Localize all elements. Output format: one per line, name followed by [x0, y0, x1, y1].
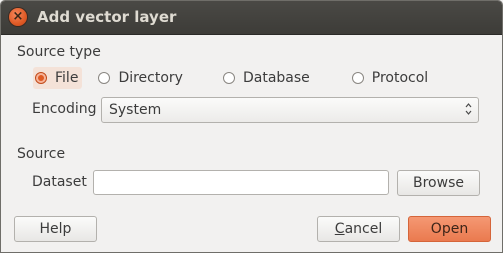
radio-protocol-indicator: [351, 72, 364, 84]
radio-database-label: Database: [242, 70, 310, 86]
title-bar[interactable]: × Add vector layer: [1, 1, 502, 35]
cancel-label-rest: ancel: [344, 221, 383, 237]
radio-file[interactable]: File: [33, 67, 83, 89]
radio-protocol[interactable]: Protocol: [350, 67, 432, 89]
cancel-mnemonic: C: [334, 221, 345, 237]
chevron-updown-icon: [465, 103, 472, 115]
radio-file-indicator: [35, 72, 47, 84]
source-type-radio-group: File Directory Database Protocol: [33, 67, 432, 89]
radio-directory-label: Directory: [118, 70, 183, 86]
dataset-input[interactable]: [93, 170, 389, 195]
radio-directory[interactable]: Directory: [96, 67, 187, 89]
dialog-title: Add vector layer: [37, 8, 177, 26]
source-label: Source: [17, 146, 66, 162]
dataset-label: Dataset: [32, 174, 87, 190]
radio-database-indicator: [222, 72, 235, 84]
source-type-label: Source type: [17, 44, 101, 60]
radio-directory-indicator: [98, 72, 111, 84]
radio-file-label: File: [55, 70, 79, 86]
encoding-value: System: [109, 102, 162, 118]
radio-protocol-label: Protocol: [371, 70, 429, 86]
add-vector-layer-dialog: × Add vector layer Source type File Dire…: [0, 0, 503, 253]
open-button[interactable]: Open: [408, 216, 491, 242]
close-icon[interactable]: ×: [9, 8, 27, 26]
encoding-label: Encoding: [32, 101, 97, 117]
help-button[interactable]: Help: [14, 216, 97, 242]
browse-button[interactable]: Browse: [397, 170, 480, 196]
cancel-button[interactable]: Cancel: [317, 216, 400, 242]
encoding-select[interactable]: System: [101, 97, 479, 123]
radio-database[interactable]: Database: [221, 67, 314, 89]
